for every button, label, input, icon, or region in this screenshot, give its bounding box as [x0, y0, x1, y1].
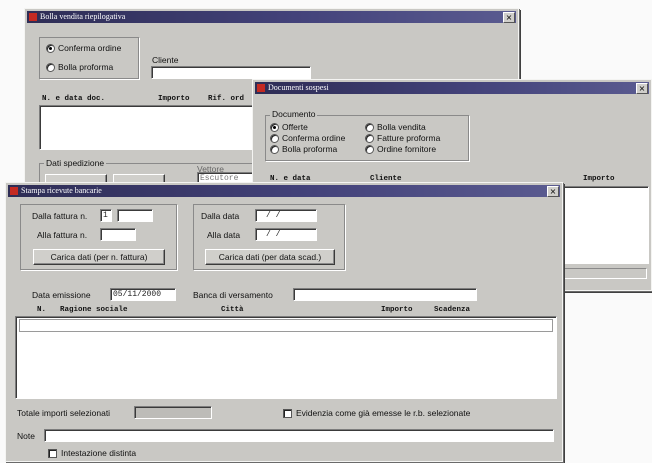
data-emissione-input[interactable]: 05/11/2000: [110, 288, 176, 301]
banca-label: Banca di versamento: [193, 290, 273, 300]
radio-ordine-fornitore[interactable]: Ordine fornitore: [365, 144, 436, 154]
intestazione-distinta-checkbox[interactable]: Intestazione distinta: [48, 448, 136, 458]
col-header-n: N.: [37, 306, 47, 314]
app-icon: [257, 84, 265, 92]
radio-label: Bolla proforma: [282, 144, 338, 154]
carica-dati-fattura-button[interactable]: Carica dati (per n. fattura): [33, 249, 165, 265]
radio-label: Bolla proforma: [58, 62, 114, 72]
totale-importi-label: Totale importi selezionati: [17, 408, 111, 418]
checkbox-box: [283, 408, 292, 418]
title-bar[interactable]: Documenti sospesi ×: [255, 82, 649, 94]
checkbox-label: Evidenzia come già emesse le r.b. selezi…: [296, 408, 471, 418]
status-bar: [559, 268, 647, 279]
col-header-ndata: N. e data doc.: [42, 95, 106, 103]
col-header-ragione-sociale: Ragione sociale: [60, 306, 128, 314]
radio-offerte[interactable]: Offerte: [270, 122, 308, 132]
app-icon: [29, 13, 37, 21]
carica-dati-data-button[interactable]: Carica dati (per data scad.): [205, 249, 335, 265]
window-title: Stampa ricevute bancarie: [21, 186, 102, 195]
dalla-fattura-input[interactable]: 1: [100, 209, 112, 222]
radio-conferma-ordine[interactable]: Conferma ordine: [46, 43, 121, 53]
col-header-citta: Città: [221, 306, 244, 314]
group-title: Dati spedizione: [44, 158, 107, 168]
radio-dot: [365, 133, 374, 143]
title-bar[interactable]: Bolla vendita riepilogativa ×: [27, 11, 516, 23]
window-stampa-ricevute: Stampa ricevute bancarie × Dalla fattura…: [5, 182, 563, 462]
radio-label: Fatture proforma: [377, 133, 441, 143]
ricevute-list[interactable]: [15, 316, 557, 399]
dalla-fattura-label: Dalla fattura n.: [32, 211, 88, 221]
note-label: Note: [17, 431, 35, 441]
radio-dot: [365, 144, 374, 154]
radio-dot: [46, 62, 55, 72]
radio-label: Conferma ordine: [58, 43, 122, 53]
alla-fattura-input[interactable]: [100, 228, 136, 241]
close-icon[interactable]: ×: [503, 12, 515, 23]
col-header-scadenza: Scadenza: [434, 306, 471, 314]
evidenzia-checkbox[interactable]: Evidenzia come già emesse le r.b. selezi…: [283, 408, 470, 418]
dalla-fattura-extra-input[interactable]: [117, 209, 153, 222]
radio-dot: [270, 133, 279, 143]
app-icon: [10, 187, 18, 195]
radio-bolla-vendita[interactable]: Bolla vendita: [365, 122, 426, 132]
checkbox-box: [48, 448, 57, 458]
close-icon[interactable]: ×: [547, 186, 559, 197]
data-emissione-label: Data emissione: [32, 290, 91, 300]
note-input[interactable]: [44, 429, 554, 442]
alla-data-label: Alla data: [207, 230, 241, 240]
radio-label: Offerte: [282, 122, 308, 132]
close-icon[interactable]: ×: [636, 83, 648, 94]
radio-label: Conferma ordine: [282, 133, 346, 143]
radio-conferma-ordine[interactable]: Conferma ordine: [270, 133, 345, 143]
col-header-rif: Rif. ord: [208, 95, 245, 103]
dalla-data-input[interactable]: / /: [255, 209, 317, 222]
title-bar[interactable]: Stampa ricevute bancarie ×: [8, 185, 560, 197]
radio-dot: [270, 122, 279, 132]
selected-row[interactable]: [19, 319, 553, 332]
alla-data-input[interactable]: / /: [255, 228, 317, 241]
radio-label: Ordine fornitore: [377, 144, 437, 154]
col-header-importo: Importo: [158, 95, 190, 103]
totale-importi-input: [134, 406, 212, 419]
radio-dot: [365, 122, 374, 132]
banca-input[interactable]: [293, 288, 477, 301]
radio-dot: [270, 144, 279, 154]
dalla-data-label: Dalla data: [201, 211, 240, 221]
cliente-label: Cliente: [152, 55, 179, 65]
group-title: Documento: [270, 109, 318, 119]
radio-bolla-proforma[interactable]: Bolla proforma: [46, 62, 113, 72]
radio-label: Bolla vendita: [377, 122, 426, 132]
radio-dot: [46, 43, 55, 53]
radio-fatture-proforma[interactable]: Fatture proforma: [365, 133, 440, 143]
documenti-list[interactable]: [39, 105, 281, 150]
alla-fattura-label: Alla fattura n.: [37, 230, 88, 240]
col-header-importo: Importo: [583, 175, 615, 183]
window-title: Bolla vendita riepilogativa: [40, 12, 126, 21]
checkbox-label: Intestazione distinta: [61, 448, 137, 458]
window-title: Documenti sospesi: [268, 83, 329, 92]
cliente-input[interactable]: [151, 66, 311, 79]
col-header-importo: Importo: [381, 306, 413, 314]
radio-bolla-proforma[interactable]: Bolla proforma: [270, 144, 337, 154]
